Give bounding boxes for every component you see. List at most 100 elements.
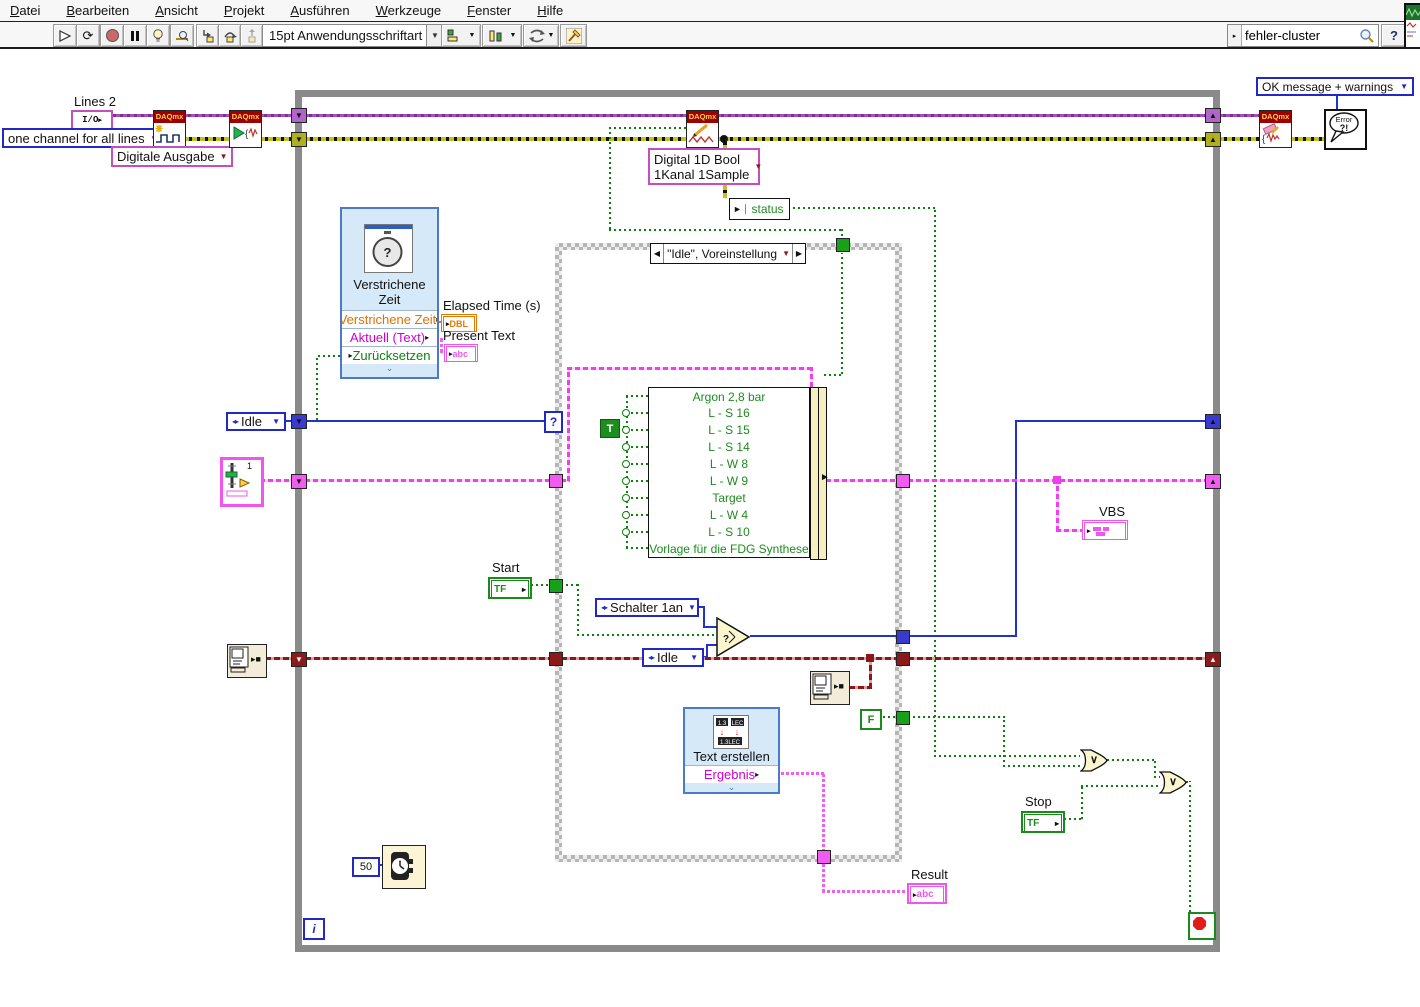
cluster-wire[interactable]: [1056, 481, 1059, 531]
vi-icon[interactable]: [1404, 3, 1420, 49]
dropdown-caret-icon[interactable]: ▼: [683, 603, 696, 612]
bool-array-wire[interactable]: [824, 374, 841, 376]
ref-wire[interactable]: [869, 659, 872, 689]
wait-ms-function[interactable]: [382, 845, 426, 889]
case-tunnel-state-right[interactable]: [896, 630, 910, 644]
retain-wire-values-button[interactable]: [170, 24, 194, 47]
align-objects-button[interactable]: ▼: [441, 24, 481, 47]
bundle-row[interactable]: L - S 16: [648, 404, 810, 422]
case-selector-label[interactable]: ◀ "Idle", Voreinstellung ▼ ▶: [650, 243, 806, 264]
select-function[interactable]: ?: [716, 617, 752, 657]
expand-chevron-icon[interactable]: ⌄: [685, 783, 778, 792]
menu-ausfuehren[interactable]: Ausführen: [290, 3, 349, 18]
schalter-enum-constant[interactable]: ◂▸ Schalter 1an ▼: [595, 598, 699, 617]
step-over-button[interactable]: [218, 24, 241, 47]
error-wire[interactable]: [184, 137, 229, 141]
channel-type-dropdown[interactable]: Digitale Ausgabe ▼: [111, 146, 233, 167]
cluster-wire[interactable]: [567, 367, 813, 370]
state-wire[interactable]: [1015, 420, 1017, 637]
menu-bearbeiten[interactable]: Bearbeiten: [66, 3, 129, 18]
expand-chevron-icon[interactable]: ⌄: [342, 364, 437, 373]
case-selector-terminal[interactable]: ?: [544, 411, 563, 433]
search-input[interactable]: [1242, 28, 1359, 43]
elapsed-output-row[interactable]: Verstrichene Zeit▸: [342, 310, 437, 328]
case-prev-icon[interactable]: ◀: [651, 244, 664, 263]
search-box[interactable]: ▸: [1227, 24, 1379, 47]
menu-werkzeuge[interactable]: Werkzeuge: [376, 3, 442, 18]
error-mode-wire[interactable]: [1336, 96, 1338, 110]
abort-button[interactable]: [100, 24, 124, 47]
start-terminal[interactable]: TF ▸: [488, 577, 532, 599]
dropdown-caret-icon[interactable]: ▼: [685, 653, 698, 662]
menu-hilfe[interactable]: Hilfe: [537, 3, 563, 18]
status-wire[interactable]: [934, 755, 1080, 757]
menu-ansicht[interactable]: Ansicht: [155, 3, 198, 18]
step-out-button[interactable]: [240, 24, 263, 47]
cleanup-diagram-button[interactable]: [560, 24, 587, 47]
true-wire[interactable]: [626, 395, 648, 397]
result-indicator[interactable]: ▸ abc: [907, 883, 947, 904]
reset-input-row[interactable]: ▸ Zurücksetzen: [342, 346, 437, 364]
cluster-wire[interactable]: [826, 479, 896, 482]
present-text-output-row[interactable]: Aktuell (Text) ▸: [342, 328, 437, 346]
menu-datei[interactable]: Datei: [10, 3, 40, 18]
case-tunnel-false-right[interactable]: [896, 711, 910, 725]
bool-array-wire[interactable]: [609, 229, 842, 231]
daqmx-clear-task-node[interactable]: DAQmx {: [1259, 110, 1292, 148]
dropdown-caret-icon[interactable]: ▼: [749, 162, 762, 171]
select-input-wire[interactable]: [706, 644, 708, 658]
bundle-row[interactable]: L - W 4: [648, 506, 810, 524]
shift-register-task-right[interactable]: ▲: [1205, 108, 1221, 123]
false-wire[interactable]: [1003, 765, 1080, 767]
write-selector-dropdown[interactable]: Digital 1D Bool 1Kanal 1Sample ▼: [648, 148, 762, 185]
run-button[interactable]: [53, 24, 77, 47]
select-input-wire[interactable]: [703, 626, 717, 628]
dropdown-caret-icon[interactable]: ▼: [215, 152, 228, 161]
unbundle-status-node[interactable]: ► status: [729, 198, 790, 220]
task-wire[interactable]: [109, 114, 153, 117]
bundle-row[interactable]: Vorlage für die FDG Synthese: [648, 540, 810, 558]
start-wire[interactable]: [577, 584, 579, 636]
case-tunnel-ref-left[interactable]: [549, 652, 563, 666]
string-wire[interactable]: [822, 772, 825, 892]
error-handler-vi[interactable]: Error ?!: [1324, 109, 1367, 150]
font-selector[interactable]: 15pt Anwendungsschriftart ▼: [262, 24, 444, 47]
stop-terminal[interactable]: TF ▸: [1021, 811, 1065, 833]
search-history-button[interactable]: ▸: [1228, 25, 1242, 46]
slider-subvi[interactable]: 1: [220, 457, 264, 507]
string-wire[interactable]: [776, 772, 825, 775]
cluster-wire[interactable]: [567, 367, 570, 481]
bundle-row[interactable]: L - W 8: [648, 455, 810, 473]
error-wire[interactable]: [1290, 137, 1324, 141]
bool-array-wire[interactable]: [609, 127, 611, 229]
true-wire[interactable]: [626, 547, 648, 549]
ergebnis-output-row[interactable]: Ergebnis ▸: [685, 765, 778, 783]
shift-register-task-left[interactable]: ▼: [291, 108, 307, 123]
reset-wire[interactable]: [316, 355, 318, 420]
wait-ms-constant[interactable]: 50: [352, 857, 380, 877]
build-text-express-vi[interactable]: 1.3 LEC ↓ ↓ 1.3LEC Text erstellen Ergebni…: [683, 707, 780, 794]
ref-wire[interactable]: [305, 657, 549, 660]
error-mode-dropdown[interactable]: OK message + warnings ▼: [1256, 77, 1414, 96]
elapsed-time-express-vi[interactable]: ? VerstricheneZeit Verstrichene Zeit▸ Ak…: [340, 207, 439, 379]
distribute-objects-button[interactable]: ▼: [482, 24, 522, 47]
shift-register-ref-right[interactable]: ▲: [1205, 652, 1221, 667]
shift-register-ref-left[interactable]: ▼: [291, 652, 307, 667]
true-constant[interactable]: T: [600, 419, 620, 438]
case-tunnel-ref-right[interactable]: [896, 652, 910, 666]
case-next-icon[interactable]: ▶: [792, 244, 805, 263]
highlight-execution-button[interactable]: [146, 24, 170, 47]
task-wire[interactable]: [184, 114, 229, 117]
daqmx-write-node[interactable]: DAQmx: [686, 110, 719, 148]
task-wire[interactable]: [717, 114, 1206, 117]
error-wire[interactable]: [305, 137, 686, 141]
ref-wire[interactable]: [908, 657, 1205, 660]
state-wire[interactable]: [1015, 420, 1205, 422]
daqmx-start-task-node[interactable]: DAQmx {: [229, 110, 262, 148]
case-dropdown-icon[interactable]: ▼: [780, 249, 792, 258]
case-tunnel-cluster-right[interactable]: [896, 474, 910, 488]
shift-register-state-left[interactable]: ▼: [291, 414, 307, 429]
bool-array-wire[interactable]: [841, 253, 843, 374]
ref-wire[interactable]: [265, 657, 292, 660]
loop-iteration-terminal[interactable]: i: [303, 918, 325, 940]
